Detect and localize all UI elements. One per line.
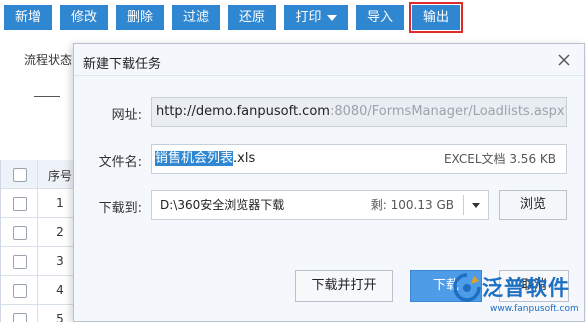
import-button[interactable]: 导入 [356,5,404,30]
logo-mark-icon [453,273,481,302]
chevron-down-icon[interactable] [472,203,480,208]
logo-url: www.fanpusoft.com [490,304,579,314]
print-label: 打印 [295,10,322,25]
table-row[interactable]: 4 [1,276,81,305]
delete-button[interactable]: 删除 [116,5,164,30]
edit-button[interactable]: 修改 [60,5,108,30]
url-label: 网址: [111,108,142,123]
filter-button[interactable]: 过滤 [172,5,220,30]
export-button[interactable]: 输出 [409,2,463,33]
add-button[interactable]: 新增 [4,5,52,30]
row-checkbox[interactable] [13,284,27,298]
data-grid: 序号 1 2 3 4 5 [0,160,81,322]
filename-extension: .xls [233,151,256,166]
dialog-titlebar[interactable]: 新建下载任务 [74,44,584,76]
chevron-down-icon [326,14,337,21]
browse-button[interactable]: 浏览 [499,190,567,220]
table-row[interactable]: 1 [1,189,81,218]
workflow-status-label: 流程状态 [24,53,73,67]
restore-button[interactable]: 还原 [228,5,276,30]
print-button[interactable]: 打印 [284,5,348,30]
toolbar: 新增 修改 删除 过滤 还原 打印 导入 输出 [0,0,586,36]
save-path-select[interactable]: D:\360安全浏览器下载 剩: 100.13 GB [151,190,489,220]
divider [34,96,60,97]
download-and-open-button[interactable]: 下载并打开 [295,270,393,302]
row-checkbox[interactable] [13,313,27,322]
table-row[interactable]: 5 [1,305,81,322]
url-host: http://demo.fanpusoft.com [156,104,330,119]
url-field[interactable]: http://demo.fanpusoft.com:8080/FormsMana… [151,97,567,127]
fanpusoft-logo: 泛普软件 www.fanpusoft.com [452,270,586,322]
filename-label: 文件名: [98,155,142,170]
logo-name: 泛普软件 [482,276,570,300]
dialog-title: 新建下载任务 [83,57,162,72]
url-path: :8080/FormsManager/Loadlists.aspx?listid… [329,104,566,119]
select-all-checkbox[interactable] [13,168,27,182]
table-row[interactable]: 3 [1,247,81,276]
filename-field[interactable]: 销售机会列表.xls EXCEL文档 3.56 KB [151,144,567,174]
grid-header-row: 序号 [1,160,81,189]
free-space-info: 剩: 100.13 GB [370,198,454,212]
row-checkbox[interactable] [13,197,27,211]
save-to-label: 下载到: [98,201,142,216]
dropdown-divider [463,195,464,215]
file-type-size: EXCEL文档 3.56 KB [443,152,556,166]
row-checkbox[interactable] [13,255,27,269]
close-icon[interactable] [557,53,571,67]
table-row[interactable]: 2 [1,218,81,247]
filename-selected-text: 销售机会列表 [155,151,234,166]
save-path-value: D:\360安全浏览器下载 [160,198,285,212]
row-checkbox[interactable] [13,226,27,240]
